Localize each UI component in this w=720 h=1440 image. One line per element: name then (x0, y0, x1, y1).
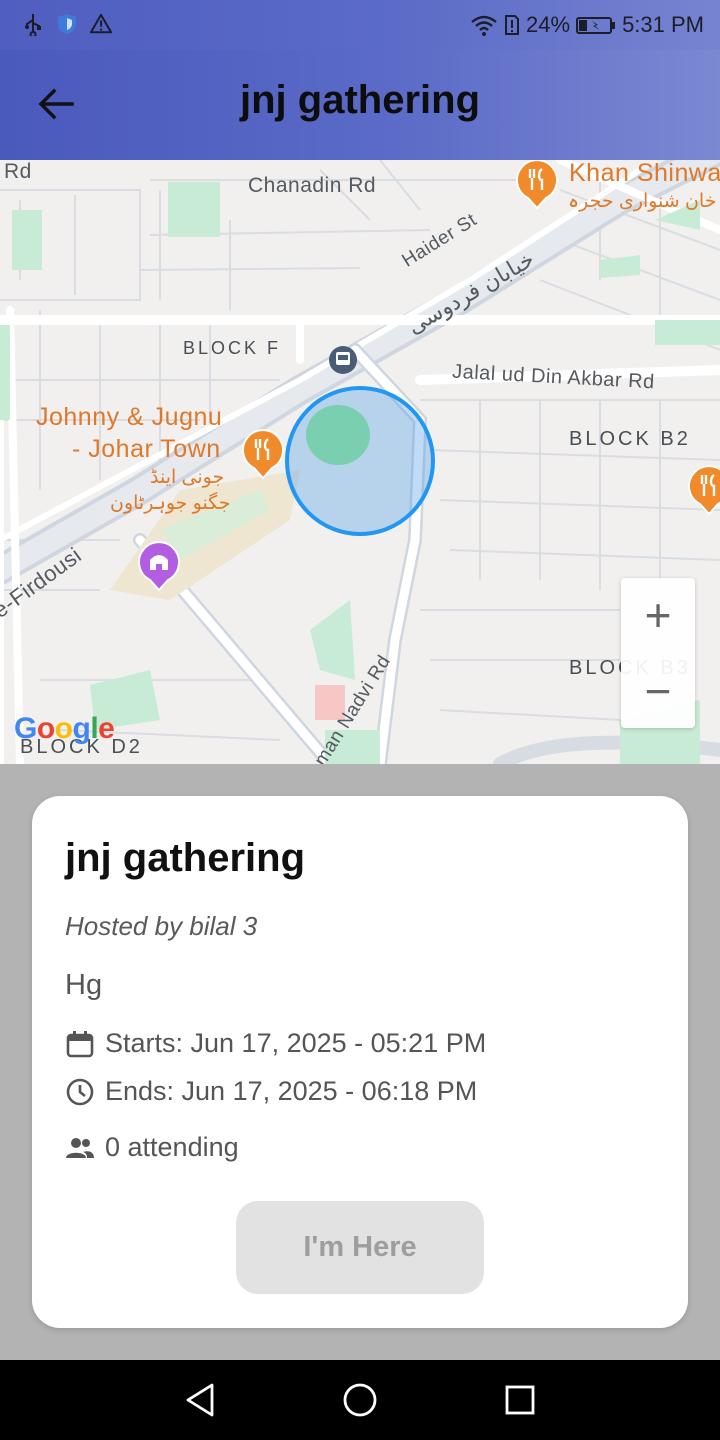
geofence-circle (285, 386, 435, 536)
event-details-card: jnj gathering Hosted by bilal 3 Hg Start… (32, 796, 688, 1328)
event-title: jnj gathering (65, 836, 305, 880)
shield-icon (58, 14, 76, 34)
square-recents-icon (505, 1385, 535, 1415)
google-logo-letter: g (72, 712, 91, 745)
event-start-row: Starts: Jun 17, 2025 - 05:21 PM (65, 1028, 486, 1059)
event-start-text: Starts: Jun 17, 2025 - 05:21 PM (105, 1028, 487, 1058)
mosque-pin-icon[interactable] (136, 540, 182, 592)
map-label-poi: - Johar Town (72, 435, 221, 463)
nav-back-button[interactable] (180, 1380, 220, 1420)
status-left-icons (22, 12, 112, 36)
map-label-poi: جونی اینڈ (150, 467, 225, 488)
zoom-in-button[interactable]: + (621, 578, 695, 652)
clock-icon (66, 1078, 94, 1105)
google-logo: Google (14, 712, 115, 746)
event-end-row: Ends: Jun 17, 2025 - 06:18 PM (65, 1076, 477, 1107)
clock: 5:31 PM (622, 12, 704, 37)
restaurant-pin-icon[interactable] (514, 160, 560, 210)
sim-alert-icon (505, 15, 520, 35)
event-host: Hosted by bilal 3 (65, 911, 258, 941)
map-label-road: Chanadin Rd (248, 174, 377, 197)
status-right-icons: 24% 5:31 PM (470, 12, 704, 38)
calendar-icon (66, 1030, 94, 1057)
im-here-button[interactable]: I'm Here (236, 1201, 484, 1294)
page-title: jnj gathering (240, 78, 480, 122)
people-icon (66, 1137, 94, 1158)
map-label-poi: خان شنواری حجرہ (568, 191, 717, 212)
bus-stop-icon (329, 346, 357, 374)
triangle-back-icon (186, 1383, 214, 1417)
usb-icon (25, 14, 41, 36)
restaurant-pin-icon[interactable] (686, 464, 720, 516)
zoom-out-button[interactable]: − (621, 654, 695, 728)
google-logo-letter: l (90, 712, 99, 745)
nav-recents-button[interactable] (500, 1380, 540, 1420)
warning-icon (90, 13, 112, 34)
map-label-poi: جگنو جوہرٹاون (110, 493, 231, 514)
status-bar: 24% 5:31 PM (0, 0, 720, 50)
battery-charging-icon (576, 17, 616, 34)
google-logo-letter: o (36, 712, 55, 745)
app-bar: jnj gathering (0, 50, 720, 160)
event-end-text: Ends: Jun 17, 2025 - 06:18 PM (105, 1076, 478, 1106)
map-label-block: BLOCK F (183, 338, 282, 358)
map-label-block: BLOCK B2 (569, 428, 691, 450)
attending-count: 0 attending (105, 1132, 239, 1162)
battery-percent: 24% (526, 12, 571, 37)
zoom-controls: + − (621, 578, 695, 728)
google-logo-letter: e (98, 712, 115, 745)
event-map[interactable]: Rd Chanadin Rd Haider St خیابان فردوسی B… (0, 160, 720, 764)
event-description: Hg (65, 969, 103, 1001)
google-logo-letter: G (14, 712, 37, 745)
circle-home-icon (343, 1383, 377, 1417)
wifi-icon (471, 15, 497, 36)
restaurant-pin-icon[interactable] (240, 428, 286, 480)
system-nav-bar (0, 1360, 720, 1440)
map-label-poi: Khan Shinwa (569, 160, 720, 187)
nav-home-button[interactable] (340, 1380, 380, 1420)
attendance-row: 0 attending (65, 1132, 239, 1163)
map-label-road: Rd (4, 160, 32, 183)
map-label-poi: Johnny & Jugnu (36, 403, 223, 431)
google-logo-letter: o (54, 712, 73, 745)
